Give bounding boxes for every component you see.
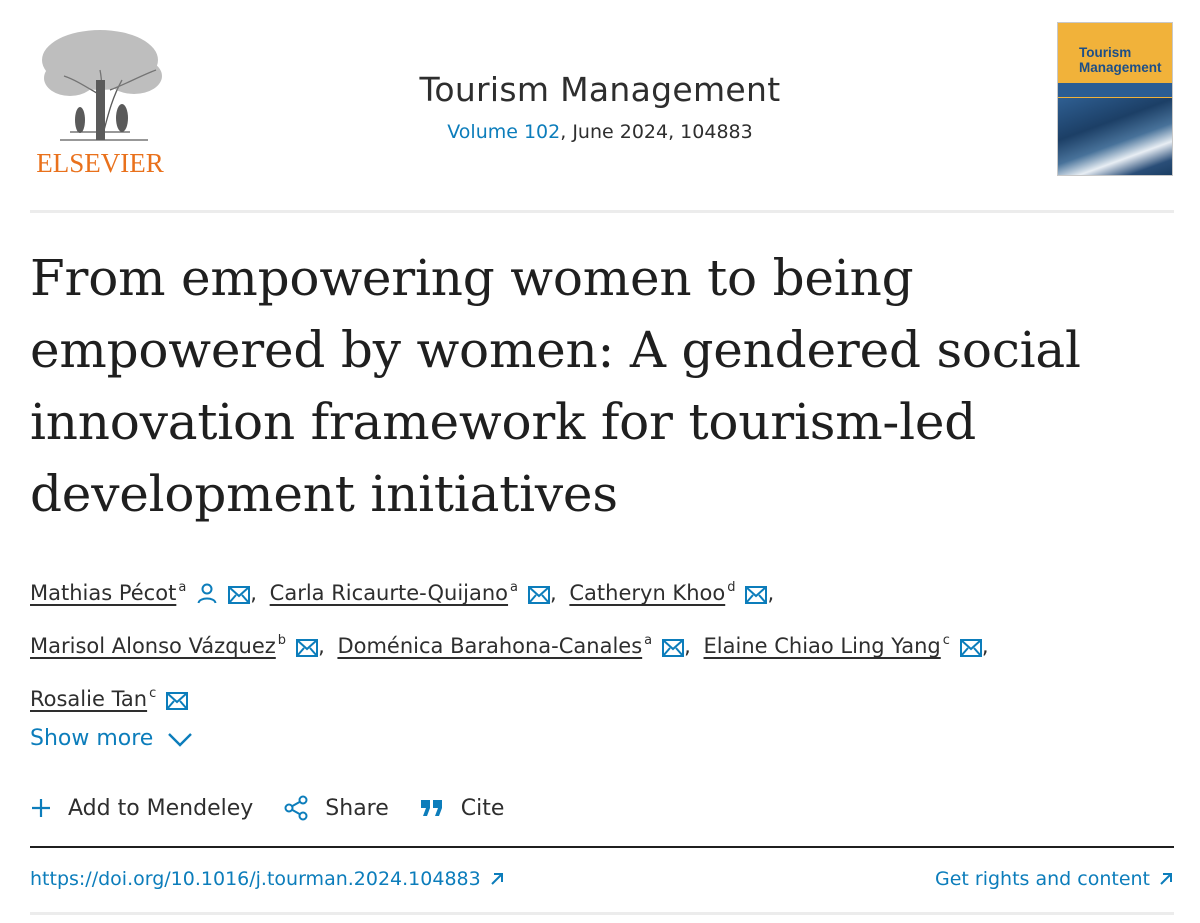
external-link-icon xyxy=(491,873,503,885)
article-title: From empowering women to being empowered… xyxy=(30,249,1081,523)
affiliation-marker: c xyxy=(149,686,157,701)
envelope-icon[interactable] xyxy=(959,629,982,672)
journal-header: ELSEVIER Tourism Management Volume 102, … xyxy=(30,20,1174,180)
doi-link[interactable]: https://doi.org/10.1016/j.tourman.2024.1… xyxy=(30,868,505,890)
envelope-icon[interactable] xyxy=(662,629,685,672)
envelope-icon[interactable] xyxy=(228,576,251,619)
affiliation-marker: c xyxy=(942,633,950,648)
elsevier-logo[interactable]: ELSEVIER xyxy=(30,20,170,180)
rights-text: Get rights and content xyxy=(934,868,1150,890)
cover-photo xyxy=(1058,98,1172,175)
author-item: Doménica Barahona-Canales a, xyxy=(337,633,696,658)
cover-title: Tourism Management xyxy=(1079,45,1162,75)
article-toolbar: Add to Mendeley Share Cite xyxy=(30,795,534,821)
author-name[interactable]: Doménica Barahona-Canales xyxy=(337,634,642,658)
author-list: Mathias Pécot a, Carla Ricaurte-Quijano a,… xyxy=(30,566,1170,725)
affiliation-marker: b xyxy=(277,633,287,648)
author-item: Catheryn Khoo d, xyxy=(569,580,780,605)
journal-cover[interactable]: Tourism Management xyxy=(1057,22,1173,176)
share-button[interactable]: Share xyxy=(283,795,389,821)
journal-info: Tourism Management Volume 102, June 2024… xyxy=(330,70,870,143)
affiliation-marker: d xyxy=(727,580,736,595)
cover-band xyxy=(1058,83,1172,97)
quote-icon xyxy=(420,800,442,816)
doi-text: https://doi.org/10.1016/j.tourman.2024.1… xyxy=(30,868,481,890)
affiliation-marker: a xyxy=(178,580,187,595)
volume-link[interactable]: Volume 102 xyxy=(447,121,560,143)
chevron-down-icon xyxy=(168,732,193,747)
author-item: Marisol Alonso Vázquez b, xyxy=(30,633,331,658)
author-name[interactable]: Catheryn Khoo xyxy=(569,581,725,605)
author-item: Carla Ricaurte-Quijano a, xyxy=(270,580,563,605)
footer-divider xyxy=(30,912,1174,915)
cite-label: Cite xyxy=(460,795,505,821)
person-icon[interactable] xyxy=(196,576,218,619)
issue-info: , June 2024, 104883 xyxy=(560,121,753,143)
author-item: Mathias Pécot a, xyxy=(30,580,263,605)
author-name[interactable]: Marisol Alonso Vázquez xyxy=(30,634,276,658)
envelope-icon[interactable] xyxy=(528,576,551,619)
toolbar-divider xyxy=(30,846,1174,848)
envelope-icon[interactable] xyxy=(745,576,768,619)
share-icon xyxy=(284,795,308,821)
envelope-icon[interactable] xyxy=(166,682,189,725)
header-divider xyxy=(30,210,1174,213)
author-name[interactable]: Carla Ricaurte-Quijano xyxy=(270,581,508,605)
show-more-button[interactable]: Show more xyxy=(30,726,193,751)
envelope-icon[interactable] xyxy=(296,629,319,672)
author-name[interactable]: Mathias Pécot xyxy=(30,581,176,605)
author-name[interactable]: Elaine Chiao Ling Yang xyxy=(704,634,941,658)
affiliation-marker: a xyxy=(644,633,653,648)
cite-button[interactable]: Cite xyxy=(419,795,505,821)
add-to-mendeley-label: Add to Mendeley xyxy=(68,795,254,821)
journal-issue: Volume 102, June 2024, 104883 xyxy=(330,121,870,143)
affiliation-marker: a xyxy=(510,580,519,595)
add-to-mendeley-button[interactable]: Add to Mendeley xyxy=(30,796,253,821)
share-label: Share xyxy=(325,795,389,821)
show-more-label: Show more xyxy=(30,726,154,751)
rights-link[interactable]: Get rights and content xyxy=(935,868,1174,890)
elsevier-wordmark: ELSEVIER xyxy=(36,148,164,178)
journal-title[interactable]: Tourism Management xyxy=(330,70,870,109)
author-name[interactable]: Rosalie Tan xyxy=(30,687,147,711)
plus-icon xyxy=(32,799,50,817)
author-item: Rosalie Tan c xyxy=(30,686,194,711)
author-item: Elaine Chiao Ling Yang c, xyxy=(704,633,995,658)
external-link-icon xyxy=(1160,873,1172,885)
